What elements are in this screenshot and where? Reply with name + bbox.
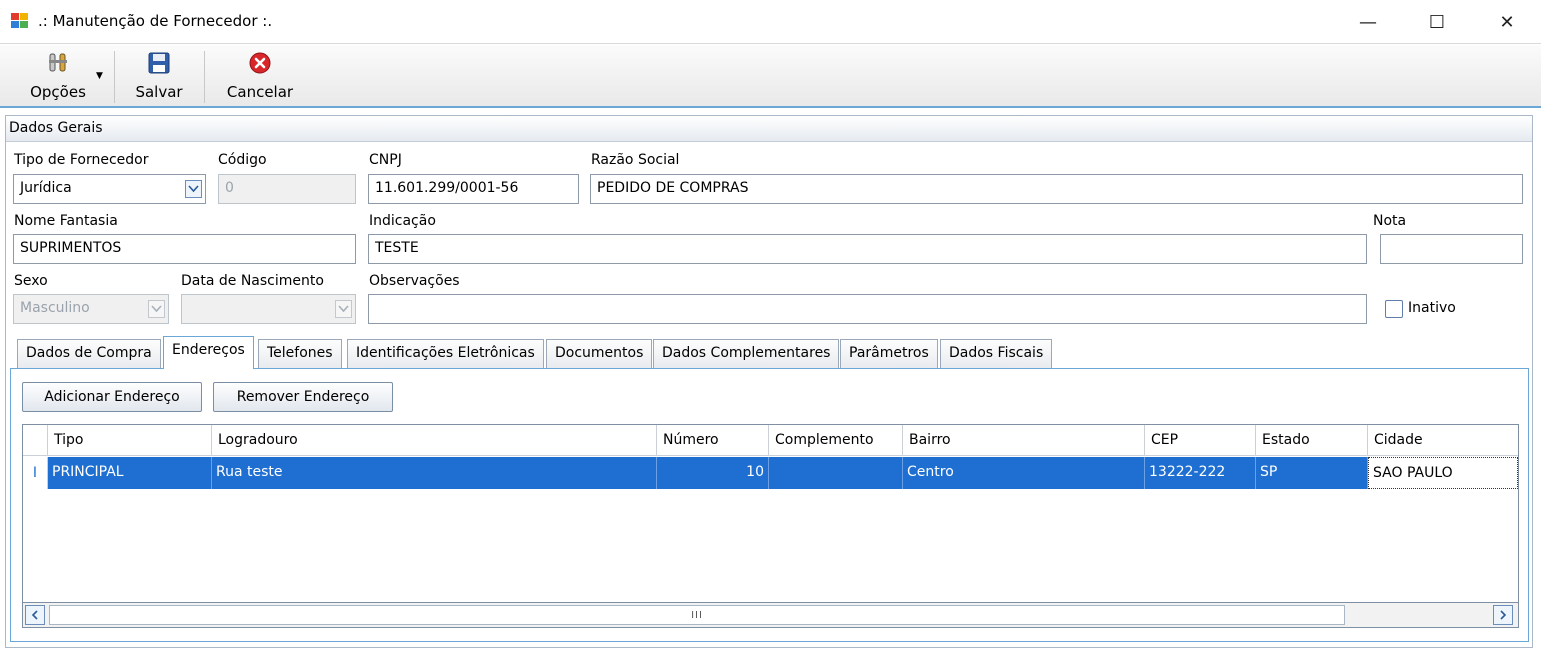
supplier-type-select[interactable]: Jurídica — [13, 174, 206, 204]
title-bar: .: Manutenção de Fornecedor :. — ☐ ✕ — [0, 0, 1541, 44]
minimize-button[interactable]: — — [1345, 0, 1391, 44]
sex-select[interactable]: Masculino — [13, 294, 169, 324]
referral-label: Indicação — [369, 213, 436, 229]
column-header-complement[interactable]: Complemento — [769, 425, 903, 456]
tab-complementary-data[interactable]: Dados Complementares — [653, 339, 840, 368]
table-cell[interactable]: Rua teste — [212, 457, 657, 489]
sex-value: Masculino — [20, 300, 90, 316]
table-cell[interactable]: 13222-222 — [1145, 457, 1256, 489]
trade-name-field[interactable]: SUPRIMENTOS — [13, 234, 356, 264]
birth-date-picker[interactable] — [181, 294, 356, 324]
cancel-label: Cancelar — [226, 83, 294, 101]
column-header-number[interactable]: Número — [657, 425, 769, 456]
tools-icon — [46, 51, 70, 75]
horizontal-scrollbar[interactable]: III — [22, 602, 1519, 628]
table-cell[interactable]: 10 — [657, 457, 769, 489]
table-cell[interactable]: PRINCIPAL — [48, 457, 212, 489]
window-title: .: Manutenção de Fornecedor :. — [38, 12, 273, 30]
add-address-button[interactable]: Adicionar Endereço — [22, 382, 202, 412]
save-icon — [147, 51, 171, 75]
code-label: Código — [218, 152, 267, 168]
tab-electronic-ids[interactable]: Identificações Eletrônicas — [347, 339, 544, 368]
tab-documents[interactable]: Documentos — [546, 339, 653, 368]
table-cell-editing[interactable]: SAO PAULO — [1368, 457, 1518, 489]
column-header-city[interactable]: Cidade — [1368, 425, 1518, 456]
column-header-street[interactable]: Logradouro — [212, 425, 657, 456]
scroll-thumb[interactable]: III — [49, 605, 1345, 625]
referral-field[interactable]: TESTE — [368, 234, 1367, 264]
cnpj-field[interactable]: 11.601.299/0001-56 — [368, 174, 579, 204]
column-header-state[interactable]: Estado — [1256, 425, 1368, 456]
save-button[interactable]: Salvar — [122, 45, 196, 107]
address-grid[interactable]: Tipo Logradouro Número Complemento Bairr… — [22, 424, 1519, 628]
remove-address-button[interactable]: Remover Endereço — [213, 382, 393, 412]
toolbar-separator — [114, 51, 115, 103]
toolbar: Opções ▼ Salvar Cancelar — [0, 45, 1541, 108]
tab-phones[interactable]: Telefones — [258, 339, 342, 368]
cancel-icon — [248, 51, 272, 75]
observations-field[interactable] — [368, 294, 1367, 324]
sex-label: Sexo — [14, 273, 48, 289]
observations-label: Observações — [369, 273, 460, 289]
birth-date-label: Data de Nascimento — [181, 273, 324, 289]
chevron-down-icon[interactable] — [335, 300, 352, 318]
cancel-button[interactable]: Cancelar — [214, 45, 306, 107]
tab-addresses[interactable]: Endereços — [163, 336, 254, 369]
supplier-type-label: Tipo de Fornecedor — [14, 152, 149, 168]
options-label: Opções — [30, 83, 86, 101]
app-icon — [10, 11, 32, 31]
company-name-label: Razão Social — [591, 152, 680, 168]
group-title: Dados Gerais — [6, 116, 1532, 142]
tab-parameters[interactable]: Parâmetros — [840, 339, 938, 368]
scroll-right-icon[interactable] — [1493, 605, 1513, 625]
column-header-zip[interactable]: CEP — [1145, 425, 1256, 456]
inactive-label[interactable]: Inativo — [1408, 300, 1456, 316]
inactive-checkbox[interactable] — [1385, 300, 1403, 318]
chevron-down-icon[interactable] — [185, 180, 202, 198]
close-window-button[interactable]: ✕ — [1484, 0, 1530, 44]
save-label: Salvar — [135, 83, 183, 101]
maximize-button[interactable]: ☐ — [1414, 0, 1460, 44]
row-header-corner — [23, 425, 48, 456]
table-cell[interactable]: SP — [1256, 457, 1368, 489]
row-indicator[interactable]: I — [23, 457, 48, 489]
scroll-left-icon[interactable] — [25, 605, 45, 625]
tab-fiscal-data[interactable]: Dados Fiscais — [940, 339, 1053, 368]
tab-purchase-data[interactable]: Dados de Compra — [17, 339, 161, 368]
options-button[interactable]: Opções ▼ — [10, 45, 106, 107]
note-label: Nota — [1373, 213, 1407, 229]
trade-name-label: Nome Fantasia — [14, 213, 118, 229]
note-field[interactable] — [1380, 234, 1523, 264]
table-cell[interactable] — [769, 457, 903, 489]
chevron-down-icon[interactable] — [148, 300, 165, 318]
toolbar-separator — [204, 51, 205, 103]
column-header-district[interactable]: Bairro — [903, 425, 1145, 456]
cnpj-label: CNPJ — [369, 152, 402, 168]
dropdown-arrow-icon: ▼ — [96, 71, 103, 81]
company-name-field[interactable]: PEDIDO DE COMPRAS — [590, 174, 1523, 204]
column-header-type[interactable]: Tipo — [48, 425, 212, 456]
code-field[interactable]: 0 — [218, 174, 356, 204]
supplier-type-value: Jurídica — [20, 180, 72, 196]
table-cell[interactable]: Centro — [903, 457, 1145, 489]
